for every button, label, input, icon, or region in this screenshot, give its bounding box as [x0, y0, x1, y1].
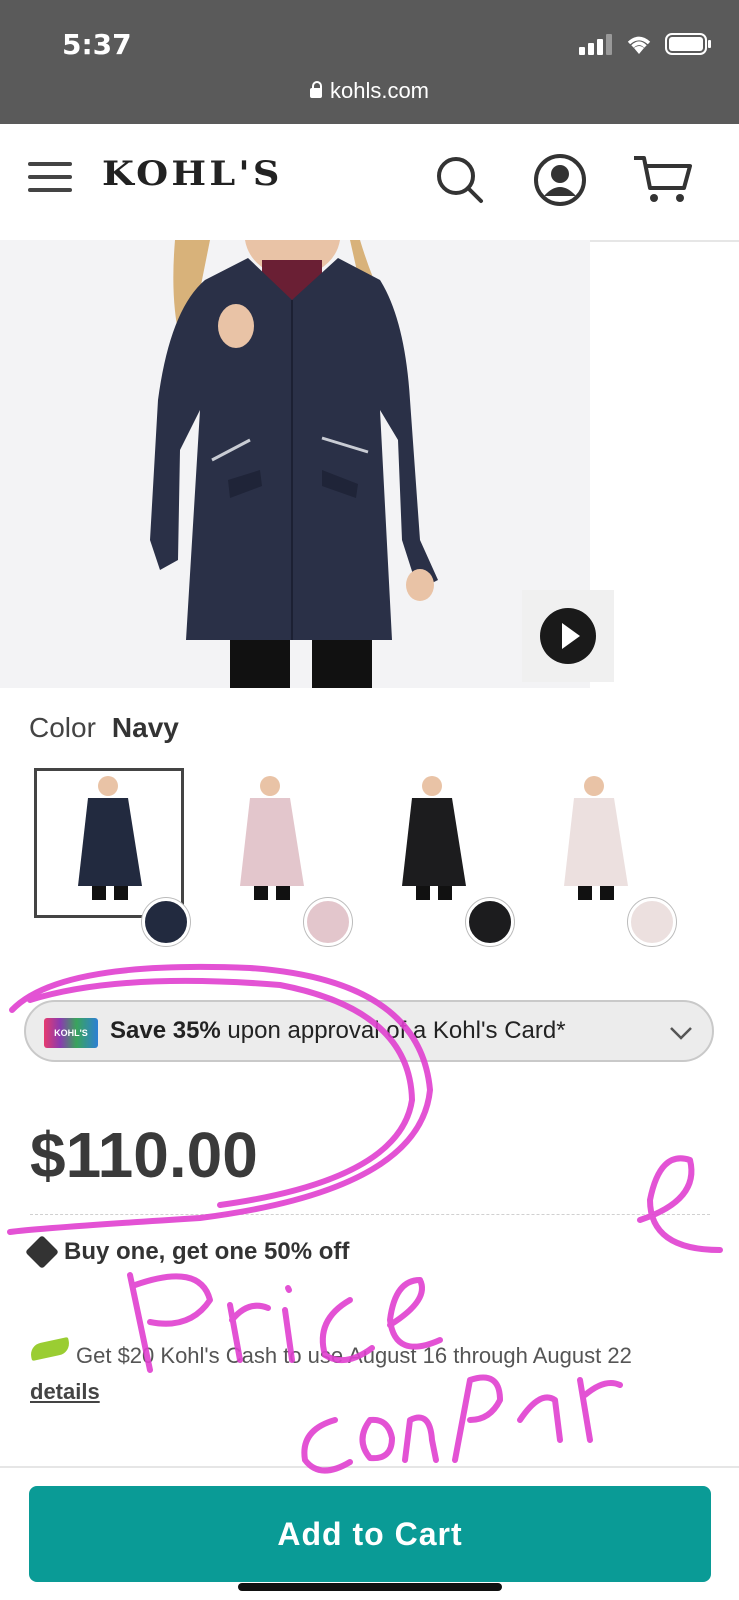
product-price: $110.00	[30, 1119, 258, 1191]
play-video-button[interactable]	[522, 590, 614, 682]
divider	[30, 1214, 710, 1215]
signal-icon	[579, 34, 612, 55]
kohls-card-icon: KOHL'S	[44, 1018, 98, 1048]
menu-icon[interactable]	[28, 162, 72, 192]
color-dot-pink	[304, 898, 352, 946]
status-bar: 5:37 kohls.com	[0, 0, 739, 124]
chevron-down-icon	[670, 1027, 692, 1040]
home-indicator	[238, 1583, 502, 1591]
kohls-cash-offer: Get $20 Kohl's Cash to use August 16 thr…	[28, 1337, 690, 1410]
bogo-offer-text: Buy one, get one 50% off	[64, 1238, 350, 1265]
status-time: 5:37	[62, 28, 132, 61]
url-text: kohls.com	[329, 78, 430, 103]
swatch-image	[402, 776, 466, 900]
model-illustration	[0, 240, 590, 688]
site-header: KOHL'S	[0, 124, 739, 242]
swatch-light-pink[interactable]	[520, 768, 676, 946]
kohls-cash-icon	[28, 1337, 72, 1361]
swatch-image	[564, 776, 628, 900]
url-bar[interactable]: kohls.com	[0, 78, 739, 104]
battery-icon	[665, 33, 711, 55]
product-image[interactable]	[0, 240, 590, 688]
status-icons	[579, 32, 713, 56]
selected-color: Navy	[111, 712, 179, 743]
add-to-cart-button[interactable]: Add to Cart	[29, 1486, 711, 1582]
kohls-cash-text: Get $20 Kohl's Cash to use August 16 thr…	[76, 1343, 632, 1368]
divider	[0, 1466, 739, 1468]
swatch-image	[240, 776, 304, 900]
lock-icon	[309, 81, 322, 98]
swatch-image	[78, 776, 142, 900]
tag-icon	[25, 1235, 59, 1269]
swatch-black[interactable]	[358, 768, 514, 946]
kohls-logo[interactable]: KOHL'S	[102, 154, 283, 194]
color-dot-navy	[142, 898, 190, 946]
details-link[interactable]: details	[30, 1379, 100, 1404]
color-dot-light-pink	[628, 898, 676, 946]
swatch-pink[interactable]	[196, 768, 352, 946]
promo-text: Save 35% upon approval of a Kohl's Card*	[110, 1017, 566, 1044]
cart-icon[interactable]	[632, 152, 694, 206]
kohls-card-promo[interactable]: KOHL'S Save 35% upon approval of a Kohl'…	[24, 1000, 714, 1062]
color-dot-black	[466, 898, 514, 946]
color-selection-label: Color Navy	[29, 712, 179, 743]
wifi-icon	[627, 36, 651, 54]
bogo-offer[interactable]: Buy one, get one 50% off	[25, 1235, 350, 1269]
search-icon[interactable]	[434, 154, 486, 206]
account-icon[interactable]	[532, 152, 588, 208]
swatch-navy[interactable]	[34, 768, 190, 946]
